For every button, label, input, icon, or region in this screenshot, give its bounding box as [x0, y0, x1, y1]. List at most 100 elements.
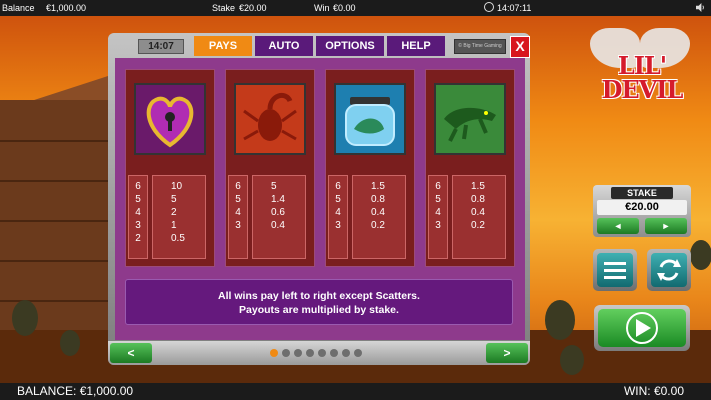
page-dot[interactable] [306, 349, 314, 357]
payout-value: 1.5 [371, 181, 385, 192]
count-value: 5 [335, 194, 341, 205]
clock-icon [484, 2, 494, 12]
payout-value: 0.6 [271, 207, 285, 218]
poppy-plant [690, 240, 711, 270]
autoplay-button[interactable] [647, 249, 691, 291]
payout-value: 5 [271, 181, 277, 192]
page-nav-bar: < > [108, 341, 530, 365]
poppy-plant [12, 300, 38, 336]
payout-value: 0.8 [471, 194, 485, 205]
count-value: 6 [235, 181, 241, 192]
info-line: All wins pay left to right except Scatte… [218, 290, 420, 302]
bottom-status-bar: BALANCE: €1,000.00 WIN: €0.00 [0, 383, 711, 400]
symbol-column: 6 5 4 3 5 1.4 0.6 0.4 [225, 69, 315, 267]
symbol-column: 6 5 4 3 1.5 0.8 0.4 0.2 [325, 69, 415, 267]
stake-decrease-button[interactable]: ◄ [597, 218, 639, 234]
poppy-plant [60, 330, 80, 356]
clock-readout: 14:07:11 [484, 0, 531, 16]
barn-plank [0, 220, 120, 222]
speaker-icon[interactable] [696, 3, 705, 12]
barn-plank [0, 180, 120, 182]
brand-badge: © Big Time Gaming [454, 39, 506, 54]
lizard-jar-icon [334, 83, 406, 155]
stake-value: €20.00 [239, 3, 267, 13]
symbol-column: 6 5 4 3 2 10 5 2 1 0.5 [125, 69, 215, 267]
page-dot[interactable] [270, 349, 278, 357]
page-dot[interactable] [282, 349, 290, 357]
clock-time: 14:07:11 [497, 3, 532, 13]
stake-control: STAKE €20.00 ◄ ► [593, 185, 691, 237]
top-status-bar: Balance €1,000.00 Stake €20.00 Win €0.00… [0, 0, 711, 16]
page-dot[interactable] [318, 349, 326, 357]
poppy-plant [545, 300, 575, 340]
count-value: 4 [435, 207, 441, 218]
payout-value: 5 [171, 194, 177, 205]
payout-values: 10 5 2 1 0.5 [152, 175, 206, 259]
count-value: 3 [235, 220, 241, 231]
spin-icon [598, 309, 686, 347]
bottom-win: WIN: €0.00 [623, 384, 684, 398]
count-value: 4 [135, 207, 141, 218]
count-value: 6 [335, 181, 341, 192]
count-value: 5 [135, 194, 141, 205]
stake-increase-button[interactable]: ► [645, 218, 687, 234]
payout-value: 0.4 [271, 220, 285, 231]
tab-options[interactable]: OPTIONS [316, 36, 384, 56]
tab-auto[interactable]: AUTO [255, 36, 313, 56]
heart-lock-icon [134, 83, 206, 155]
count-value: 3 [335, 220, 341, 231]
poppy-plant [560, 345, 584, 375]
balance-value: €1,000.00 [46, 3, 87, 13]
menu-icon [597, 253, 633, 287]
payout-value: 1.5 [471, 181, 485, 192]
paytable-info: All wins pay left to right except Scatte… [125, 279, 513, 325]
payout-values: 1.5 0.8 0.4 0.2 [352, 175, 406, 259]
count-value: 4 [335, 207, 341, 218]
next-page-button[interactable]: > [486, 343, 528, 363]
payout-value: 0.2 [371, 220, 385, 231]
payout-value: 2 [171, 207, 177, 218]
tab-help[interactable]: HELP [387, 36, 445, 56]
count-value: 2 [135, 233, 141, 244]
count-value: 6 [435, 181, 441, 192]
page-dot[interactable] [354, 349, 362, 357]
payout-value: 0.4 [471, 207, 485, 218]
match-counts: 6 5 4 3 2 [128, 175, 148, 259]
menu-button[interactable] [593, 249, 637, 291]
payout-value: 1.4 [271, 194, 285, 205]
spin-button[interactable] [594, 305, 690, 351]
payout-value: 0.2 [471, 220, 485, 231]
payout-value: 0.8 [371, 194, 385, 205]
page-dot[interactable] [330, 349, 338, 357]
stake-title: STAKE [611, 187, 673, 199]
balance-label: Balance [2, 3, 35, 13]
scorpion-icon [234, 83, 306, 155]
match-counts: 6 5 4 3 [228, 175, 248, 259]
match-counts: 6 5 4 3 [428, 175, 448, 259]
logo-text: LIL' DEVIL [601, 51, 684, 104]
close-button[interactable]: X [510, 36, 530, 58]
symbol-column: 6 5 4 3 1.5 0.8 0.4 0.2 [425, 69, 515, 267]
previous-page-button[interactable]: < [110, 343, 152, 363]
info-line: Payouts are multiplied by stake. [239, 304, 399, 316]
page-dot[interactable] [294, 349, 302, 357]
bottom-balance: BALANCE: €1,000.00 [17, 384, 134, 398]
count-value: 4 [235, 207, 241, 218]
payout-values: 5 1.4 0.6 0.4 [252, 175, 306, 259]
barn-plank [0, 140, 120, 142]
tab-pays[interactable]: PAYS [194, 36, 252, 56]
count-value: 6 [135, 181, 141, 192]
win-label: Win [314, 3, 330, 13]
panel-clock: 14:07 [138, 39, 184, 54]
paytable-tab-bar: 14:07 PAYS AUTO OPTIONS HELP © Big Time … [112, 36, 530, 58]
payout-values: 1.5 0.8 0.4 0.2 [452, 175, 506, 259]
win-value: €0.00 [333, 3, 356, 13]
count-value: 5 [435, 194, 441, 205]
match-counts: 6 5 4 3 [328, 175, 348, 259]
payout-value: 0.5 [171, 233, 185, 244]
paytable-content: 6 5 4 3 2 10 5 2 1 0.5 6 5 4 3 5 1.4 0.6… [115, 58, 525, 340]
count-value: 3 [135, 220, 141, 231]
count-value: 3 [435, 220, 441, 231]
page-dot[interactable] [342, 349, 350, 357]
payout-value: 0.4 [371, 207, 385, 218]
